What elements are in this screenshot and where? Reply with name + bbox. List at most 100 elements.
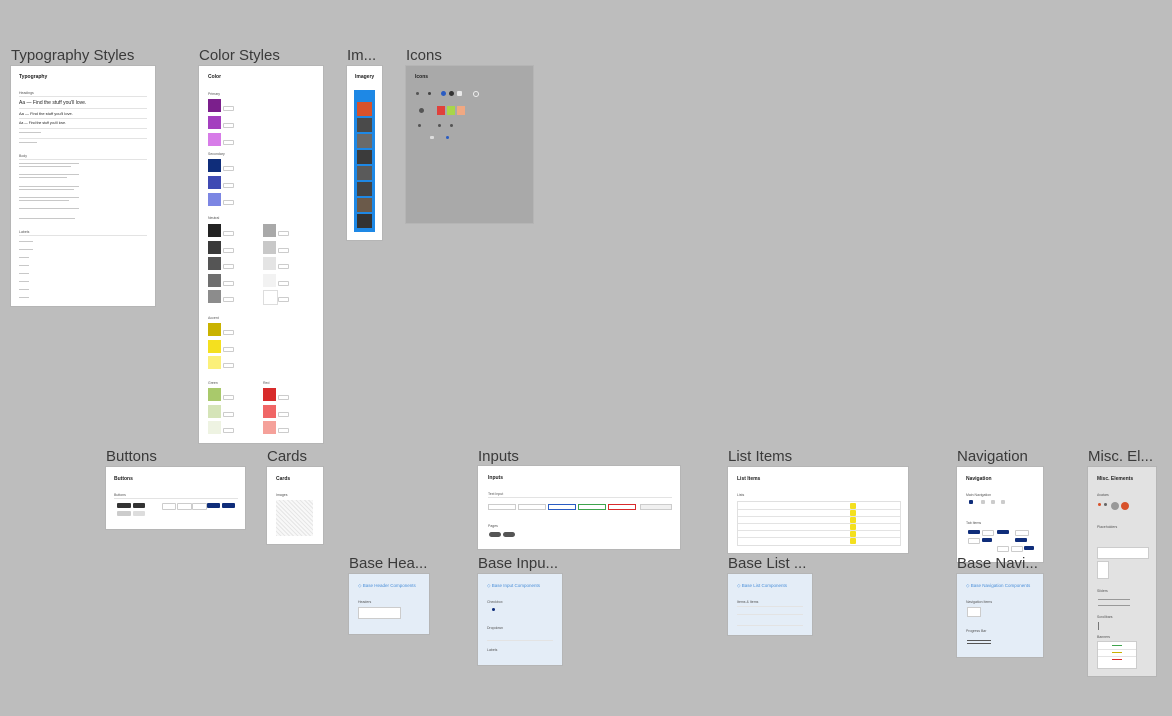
image-thumbnail[interactable] [357,102,372,116]
image-thumbnail[interactable] [357,134,372,148]
slider-track[interactable] [1098,599,1130,600]
tab-item-active[interactable] [1015,538,1027,542]
navigation-frame[interactable]: Navigation Main Navigation Tab Items [957,467,1043,562]
base-header-frame[interactable]: ◇ Base Header Components Headers [349,574,429,634]
dropdown-field[interactable] [487,640,553,641]
secondary-swatch[interactable] [208,159,221,172]
text-input-field[interactable] [518,504,546,510]
primary-button-blue[interactable] [222,503,235,508]
slider-track[interactable] [1098,605,1130,606]
avatar[interactable] [1104,503,1107,506]
table-row[interactable] [738,537,900,538]
nav-home-icon[interactable] [969,500,973,504]
list-items-frame-title[interactable]: List Items [728,448,792,465]
neutral-swatch[interactable] [208,290,221,303]
red-swatch[interactable] [263,421,276,434]
base-input-frame-title[interactable]: Base Inpu... [478,555,558,572]
red-swatch[interactable] [263,388,276,401]
avatar[interactable] [1098,503,1101,506]
nav-user-icon[interactable] [1001,500,1005,504]
image-thumbnail[interactable] [357,198,372,212]
green-swatch[interactable] [208,388,221,401]
neutral-swatch[interactable] [263,240,276,254]
buttons-frame[interactable]: Buttons Buttons [106,467,245,529]
base-nav-frame-title[interactable]: Base Navi... [957,555,1038,572]
secondary-swatch[interactable] [208,193,221,206]
tab-item-active[interactable] [968,530,980,534]
list-table[interactable] [737,501,901,546]
image-thumbnail[interactable] [357,182,372,196]
neutral-swatch[interactable] [263,273,276,287]
secondary-swatch[interactable] [208,176,221,189]
neutral-swatch[interactable] [263,290,278,305]
image-thumbnail[interactable] [357,150,372,164]
table-row[interactable] [738,530,900,531]
imagery-frame-title[interactable]: Im... [347,47,376,64]
base-input-components-link[interactable]: ◇ Base Input Components [487,583,540,589]
accent-swatch[interactable] [208,356,221,369]
text-button[interactable] [147,503,159,508]
cards-frame-title[interactable]: Cards [267,448,307,465]
misc-frame-title[interactable]: Misc. El... [1088,448,1153,465]
page-chip[interactable] [489,532,501,537]
tab-item[interactable] [968,538,980,544]
neutral-swatch[interactable] [208,257,221,270]
nav-search-icon[interactable] [981,500,985,504]
nav-heart-icon[interactable] [991,500,995,504]
neutral-swatch[interactable] [263,224,276,237]
typography-frame[interactable]: Typography Headings Aa — Find the stuff … [11,66,155,306]
outline-button[interactable] [177,503,192,510]
inputs-frame[interactable]: Inputs Text Input Pages [478,466,680,549]
base-header-components-link[interactable]: ◇ Base Header Components [358,583,416,589]
green-swatch[interactable] [208,421,221,434]
base-nav-frame[interactable]: ◇ Base Navigation Components Navigation … [957,574,1043,657]
text-input-success[interactable] [578,504,606,510]
primary-button-dark[interactable] [117,503,131,508]
nav-item-sample[interactable] [967,607,981,617]
outline-button[interactable] [162,503,176,510]
image-thumbnail[interactable] [357,118,372,132]
icons-frame-title[interactable]: Icons [406,47,442,64]
tab-item[interactable] [997,546,1009,552]
outline-button[interactable] [192,503,207,510]
image-thumbnail[interactable] [357,214,372,228]
primary-swatch[interactable] [208,99,221,112]
primary-button-dark-small[interactable] [133,503,145,508]
table-row[interactable] [738,516,900,517]
accent-swatch[interactable] [208,339,221,353]
imagery-frame[interactable]: Imagery [347,66,382,240]
tab-item-active[interactable] [1024,546,1034,550]
primary-button-blue[interactable] [207,503,220,508]
green-swatch[interactable] [208,404,221,418]
neutral-swatch[interactable] [208,240,221,254]
list-item[interactable] [737,614,803,615]
primary-swatch[interactable] [208,133,221,146]
base-list-components-link[interactable]: ◇ Base List Components [737,583,787,589]
neutral-swatch[interactable] [263,257,276,270]
list-item[interactable] [737,625,803,626]
primary-swatch[interactable] [208,116,221,129]
color-frame[interactable]: Color Primary Secondary Neutral Accent G… [199,66,323,443]
tab-item[interactable] [1011,546,1023,552]
page-chip[interactable] [503,532,515,537]
table-row[interactable] [738,523,900,524]
icons-frame[interactable]: Icons [406,66,533,223]
avatar[interactable] [1111,502,1119,510]
color-frame-title[interactable]: Color Styles [199,47,280,64]
map-card-image[interactable] [276,500,313,536]
tab-item[interactable] [982,530,994,536]
disabled-button[interactable] [117,511,131,516]
base-input-frame[interactable]: ◇ Base Input Components Checkbox Dropdow… [478,574,562,665]
tab-item[interactable] [1015,530,1029,536]
buttons-frame-title[interactable]: Buttons [106,448,157,465]
red-swatch[interactable] [263,404,276,418]
tab-item-active[interactable] [982,538,992,542]
header-sample[interactable] [358,607,401,619]
table-row[interactable] [738,509,900,510]
neutral-swatch[interactable] [208,224,221,237]
scrollbar[interactable] [1098,622,1099,630]
neutral-swatch[interactable] [208,273,221,287]
navigation-frame-title[interactable]: Navigation [957,448,1028,465]
text-input-focused[interactable] [548,504,576,510]
cards-frame[interactable]: Cards Images [267,467,323,544]
